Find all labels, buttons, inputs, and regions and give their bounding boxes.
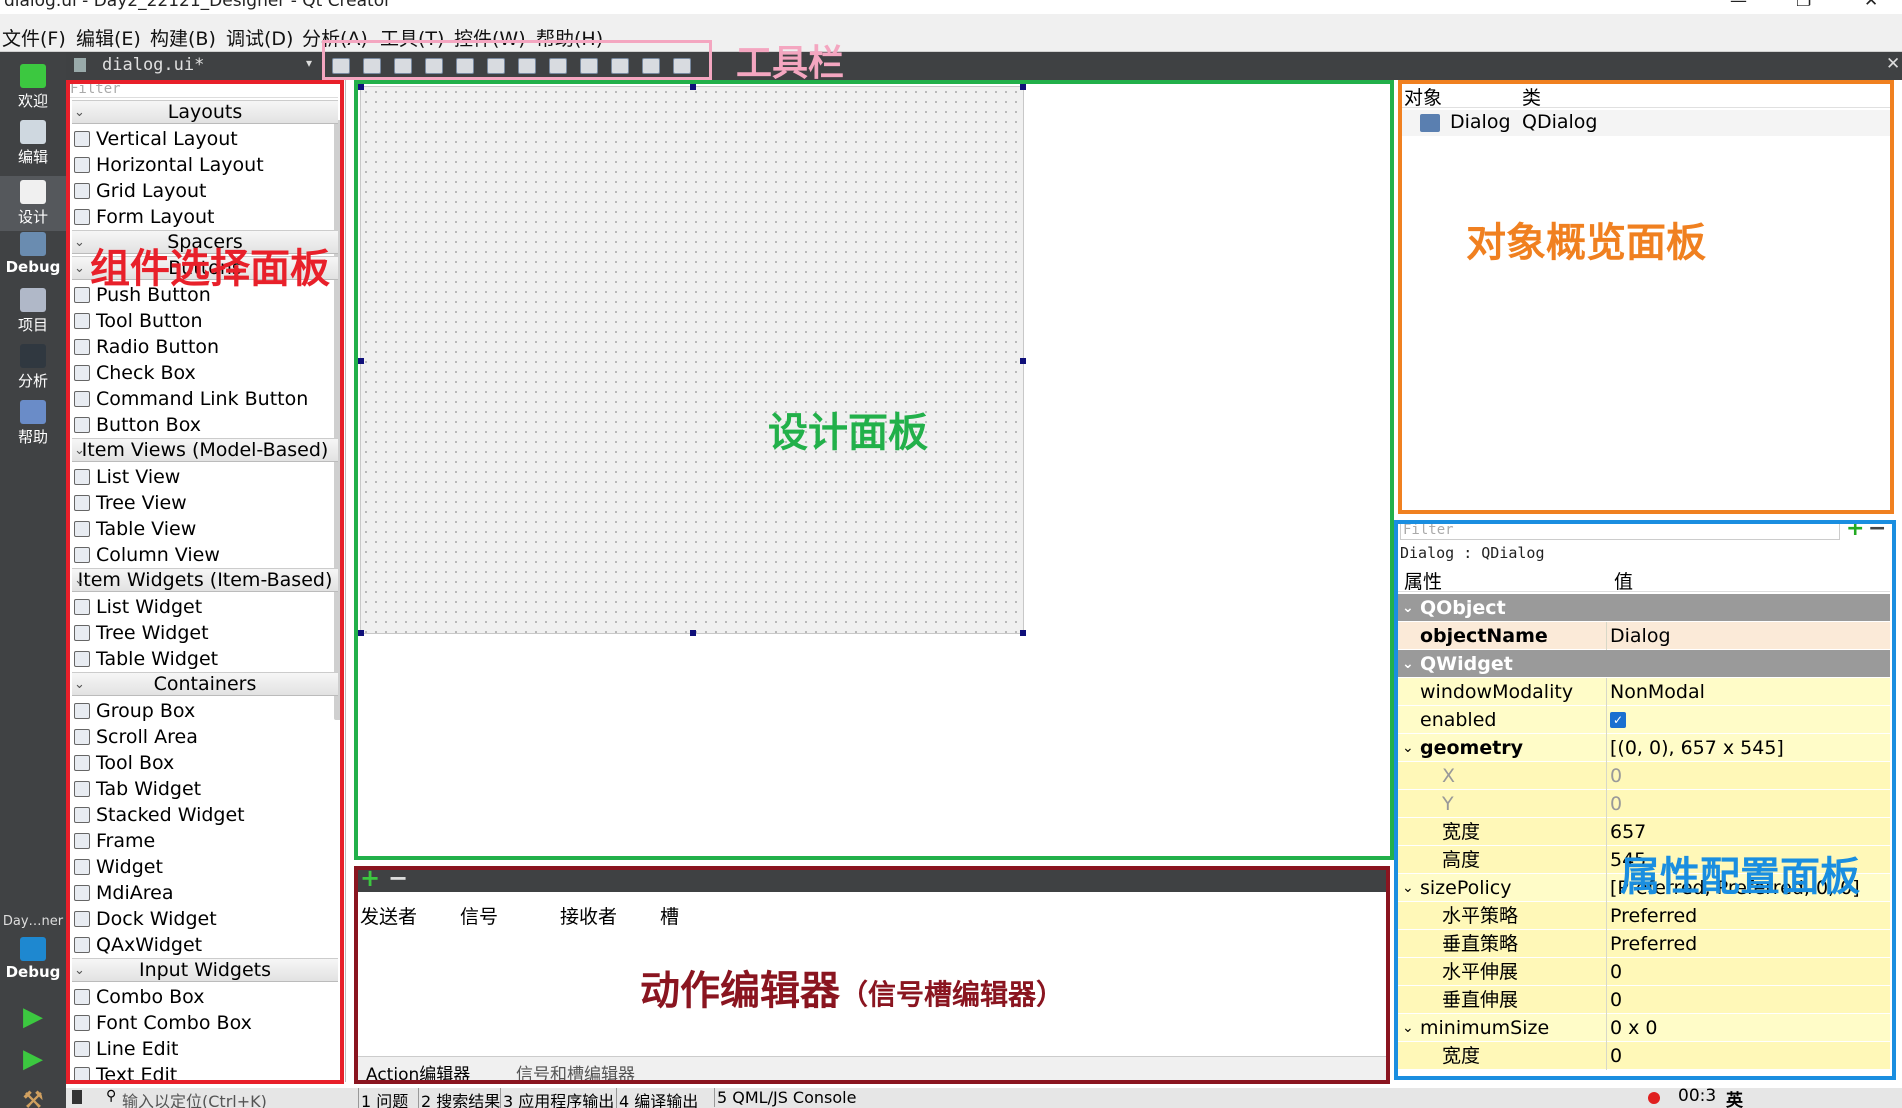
mode-button-3[interactable]: Debug: [0, 232, 66, 276]
hammer-icon: ⚒: [22, 1086, 44, 1108]
maximize-icon[interactable]: ❐: [1796, 0, 1811, 11]
mode-button-6[interactable]: 帮助: [0, 400, 66, 447]
kit-selector[interactable]: Day…ner Debug: [0, 914, 66, 981]
analyze-monitor-icon: [20, 344, 46, 368]
open-document-name[interactable]: dialog.ui*: [102, 55, 204, 75]
output-pane-tab[interactable]: 1 问题: [358, 1088, 408, 1108]
property-editor-annotation-box: [1394, 520, 1896, 1080]
tray-clock: 00:3: [1678, 1086, 1717, 1106]
mode-label: 设计: [17, 208, 48, 226]
menu-item[interactable]: 构建(B): [150, 24, 216, 51]
menu-item[interactable]: 文件(F): [2, 24, 66, 51]
run-button[interactable]: ▶: [0, 1002, 66, 1032]
qt-logo-icon: [20, 64, 46, 88]
mode-sidebar: Day…ner Debug ▶ ▶ ⚒ 欢迎编辑设计 Debug 项目分析帮助: [0, 52, 66, 1108]
close-icon[interactable]: ✕: [1864, 0, 1878, 11]
signal-slot-annotation-title: 动作编辑器: [640, 968, 840, 1014]
debug-run-icon: ▶: [23, 1044, 43, 1074]
mode-button-1[interactable]: 编辑: [0, 120, 66, 167]
mode-button-4[interactable]: 项目: [0, 288, 66, 335]
locator-input[interactable]: 输入以定位(Ctrl+K): [122, 1088, 267, 1108]
menu-item[interactable]: 调试(D): [226, 24, 293, 51]
window-title: dialog.ui - Day2_22121_Designer - Qt Cre…: [4, 0, 392, 11]
sidebar-toggle-icon[interactable]: [72, 1090, 82, 1104]
toolbar-annotation-label: 工具栏: [736, 43, 845, 84]
design-area-annotation-label: 设计面板: [768, 410, 928, 456]
build-button[interactable]: ⚒: [0, 1086, 66, 1108]
design-area-annotation-box: [354, 80, 1394, 860]
menu-bar: 文件(F) 编辑(E) 构建(B) 调试(D) 分析(A) 工具(T) 控件(W) 帮助(H): [0, 14, 1902, 52]
output-pane-tab[interactable]: 5 QML/JS Console: [714, 1088, 856, 1107]
document-icon: [74, 58, 86, 72]
monitor-icon: [20, 937, 46, 961]
locator-search-icon: ⚲: [106, 1088, 117, 1104]
output-pane-bar: ⚲ 输入以定位(Ctrl+K) 1 问题 2 搜索结果 3 应用程序输出 4 编译输出…: [66, 1086, 1902, 1108]
menu-item[interactable]: 编辑(E): [76, 24, 141, 51]
qt-designer-window: { "window": {"title": "dialog.ui - Day2_…: [0, 0, 1902, 1108]
design-pencil-icon: [20, 180, 46, 204]
output-pane-tab[interactable]: 2 搜索结果: [418, 1088, 500, 1108]
output-pane-tab[interactable]: 3 应用程序输出: [500, 1088, 614, 1108]
kit-name: Day…ner: [2, 914, 64, 929]
mode-label: 帮助: [17, 428, 48, 446]
widget-box-annotation-box: [66, 80, 344, 1084]
run-icon: ▶: [23, 1002, 43, 1032]
mode-label: 分析: [17, 372, 48, 390]
tray-ime[interactable]: 英: [1726, 1086, 1743, 1108]
object-inspector-annotation-label: 对象概览面板: [1466, 220, 1706, 266]
document-dropdown-icon[interactable]: ▾: [306, 56, 312, 70]
close-document-icon[interactable]: ✕: [1886, 54, 1900, 74]
toolbar-annotation-box: [322, 40, 712, 80]
kit-mode: Debug: [5, 963, 61, 981]
mode-label: 编辑: [17, 148, 48, 166]
mode-button-2[interactable]: 设计: [0, 176, 66, 231]
project-wrench-icon: [20, 288, 46, 312]
widget-box-annotation-label: 组件选择面板: [90, 246, 330, 292]
signal-slot-annotation-subtitle: （信号槽编辑器）: [840, 978, 1065, 1011]
object-inspector-annotation-box: [1398, 80, 1894, 514]
mode-label: Debug: [5, 258, 61, 276]
minimize-icon[interactable]: —: [1730, 0, 1747, 11]
mode-button-0[interactable]: 欢迎: [0, 64, 66, 111]
property-editor-annotation-label: 属性配置面板: [1620, 854, 1860, 900]
mode-label: 项目: [17, 316, 48, 334]
record-indicator-icon: [1648, 1092, 1660, 1104]
edit-document-icon: [20, 120, 46, 144]
mode-button-5[interactable]: 分析: [0, 344, 66, 391]
mode-label: 欢迎: [17, 92, 48, 110]
help-question-icon: [20, 400, 46, 424]
signal-slot-annotation-label: 动作编辑器（信号槽编辑器）: [640, 958, 1064, 1016]
debug-run-button[interactable]: ▶: [0, 1044, 66, 1074]
debug-bug-icon: [20, 232, 46, 256]
window-title-bar: dialog.ui - Day2_22121_Designer - Qt Cre…: [0, 0, 1902, 14]
output-pane-tab[interactable]: 4 编译输出: [616, 1088, 698, 1108]
